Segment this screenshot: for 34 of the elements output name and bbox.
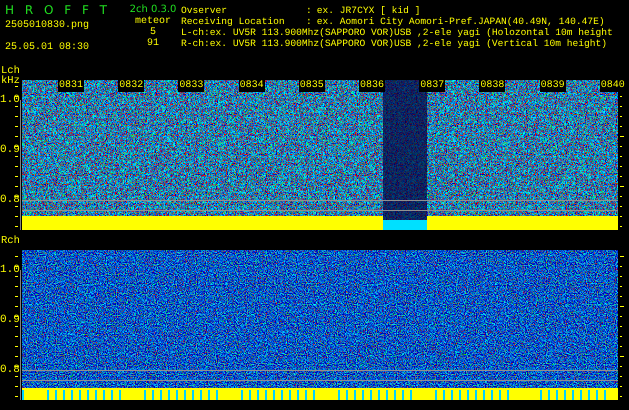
info-value: ex. JR7CYX [ kid ] bbox=[316, 5, 420, 16]
info-label: Ovserver bbox=[181, 5, 228, 16]
channel-label: Rch bbox=[1, 236, 20, 246]
meteor-label: meteor bbox=[134, 16, 171, 27]
y-tick-label: 0.9 bbox=[0, 144, 20, 157]
unit-label: kHz bbox=[1, 76, 20, 86]
time-label: 0834 bbox=[238, 80, 265, 92]
info-separator: : bbox=[306, 5, 312, 16]
time-label: 0838 bbox=[479, 80, 506, 92]
date-time: 25.05.01 08:30 bbox=[5, 42, 90, 53]
time-label: 0837 bbox=[419, 80, 446, 92]
meteor-count: 91 bbox=[146, 38, 159, 49]
y-tick-label: 0.9 bbox=[0, 314, 20, 327]
time-label: 0833 bbox=[178, 80, 204, 92]
info-separator: : bbox=[306, 16, 312, 27]
channel-label: Lch bbox=[1, 66, 20, 76]
time-label: 0835 bbox=[298, 80, 325, 92]
y-tick-label: 1.0 bbox=[0, 94, 20, 107]
time-label: 0832 bbox=[118, 80, 144, 92]
file-name: 2505010830.png bbox=[5, 20, 90, 31]
y-tick-label: 0.8 bbox=[0, 364, 20, 377]
y-tick-label: 1.0 bbox=[0, 264, 20, 277]
time-label: 0831 bbox=[58, 80, 84, 92]
channel-info: R-ch:ex. UV5R 113.900Mhz(SAPPORO VOR)USB ,2-ele yagi (Vertical 10m height) bbox=[181, 38, 608, 49]
app-title: H R O F F T bbox=[5, 3, 108, 17]
version-label: 2ch 0.3.0 bbox=[130, 4, 176, 16]
y-tick-label: 0.8 bbox=[0, 194, 20, 207]
info-label: Receiving Location bbox=[181, 16, 286, 27]
channel-info: L-ch:ex. UV5R 113.900Mhz(SAPPORO VOR)USB ,2-ele yagi (Holozontal 10m height bbox=[181, 27, 613, 38]
info-value: ex. Aomori City Aomori-Pref.JAPAN(40.49N, 140.47E) bbox=[316, 16, 605, 27]
time-label: 0836 bbox=[359, 80, 386, 92]
time-label: 0840 bbox=[600, 80, 626, 92]
time-label: 0839 bbox=[540, 80, 566, 92]
meteor-count: 5 bbox=[150, 27, 156, 38]
